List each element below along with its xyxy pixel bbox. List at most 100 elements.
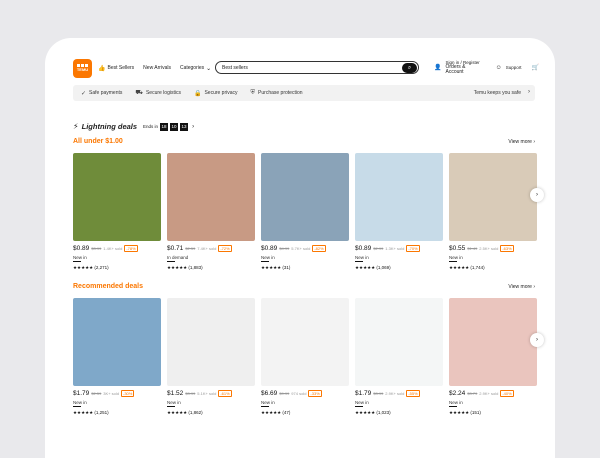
original-price: $2.59 [91, 391, 102, 396]
chevron-right-icon[interactable]: › [192, 124, 194, 130]
nav-new-arrivals[interactable]: New Arrivals [143, 65, 171, 71]
view-more-link[interactable]: View more › [508, 139, 535, 145]
signin-link[interactable]: Sign in / Register Orders & Account [445, 60, 481, 75]
nav-label: New Arrivals [143, 65, 171, 71]
product-image[interactable] [449, 153, 537, 241]
logo-text: TEMU [76, 67, 89, 72]
search-value: Best sellers [222, 64, 248, 71]
product-grid-1: $0.89 $3.99 1.4K+ sold -78% New in ★★★★★ (2,2… [73, 153, 537, 271]
product-image[interactable] [261, 153, 349, 241]
product-rating: ★★★★★ (1,023) [355, 410, 391, 415]
product-card[interactable]: $6.69 $9.99 974 sold -33% New in ★★★★★ (47) [261, 298, 349, 416]
product-tag: New in [355, 400, 369, 405]
tag-underline [355, 261, 363, 262]
banner-right-text: Temu keeps you safe [473, 90, 521, 96]
product-image[interactable] [167, 298, 255, 386]
product-image[interactable] [355, 298, 443, 386]
product-rating: ★★★★★ (2,271) [73, 265, 109, 270]
sold-count: 5.1K+ sold [197, 391, 217, 396]
product-tag: New in [355, 255, 369, 260]
nav-categories[interactable]: Categories ⌄ [180, 65, 211, 72]
product-price: $0.71 [167, 245, 184, 252]
tag-underline [449, 261, 457, 262]
original-price: $3.99 [373, 391, 384, 396]
banner-secure-logistics: ⛟ Secure logistics [135, 89, 181, 97]
product-image[interactable] [449, 298, 537, 386]
sold-count: 2.9K+ sold [479, 391, 499, 396]
product-card[interactable]: $1.79 $2.59 3K+ sold -30% New in ★★★★★ (1,251… [73, 298, 161, 416]
chevron-right-icon: › [528, 89, 530, 95]
countdown: Ends in 18 10 13 › [143, 122, 194, 131]
product-card[interactable]: $0.89 $4.99 5.7K+ sold -82% New in ★★★★★ (31) [261, 153, 349, 271]
price-row: $1.52 $3.99 5.1K+ sold -61% [167, 390, 255, 397]
product-image[interactable] [167, 153, 255, 241]
sold-count: 974 sold [291, 391, 307, 396]
product-image[interactable] [73, 153, 161, 241]
product-card[interactable]: $1.79 $3.99 2.9K+ sold -55% New in ★★★★★ (1,0… [355, 298, 443, 416]
search-button[interactable]: ⌕ [402, 63, 417, 73]
product-rating: ★★★★★ (1,862) [167, 410, 203, 415]
product-rating: ★★★★★ (31) [261, 265, 291, 270]
sold-count: 5.7K+ sold [291, 246, 311, 251]
temu-logo[interactable]: TEMU [73, 58, 92, 78]
price-row: $0.71 $2.59 7.4K+ sold -72% [167, 245, 255, 252]
sold-count: 1.3K+ sold [385, 246, 405, 251]
product-tag: New in [167, 400, 181, 405]
next-arrow-button[interactable]: › [530, 333, 544, 347]
chevron-down-icon: ⌄ [206, 65, 212, 72]
search-icon: ⌕ [407, 64, 412, 71]
timer-hours: 18 [160, 122, 169, 131]
discount-badge: -61% [218, 390, 232, 397]
original-price: $3.99 [185, 391, 196, 396]
product-card[interactable]: $2.24 $3.79 2.9K+ sold -40% New in ★★★★★ (151… [449, 298, 537, 416]
sold-count: 2.9K+ sold [385, 391, 405, 396]
price-row: $0.89 $4.99 5.7K+ sold -82% [261, 245, 349, 252]
tag-underline [355, 406, 363, 407]
price-row: $0.55 $1.49 2.5K+ sold -63% [449, 245, 537, 252]
ends-label: Ends in [143, 124, 159, 129]
product-price: $1.79 [73, 390, 90, 397]
product-price: $1.79 [355, 390, 372, 397]
product-rating: ★★★★★ (151) [449, 410, 481, 415]
product-card[interactable]: $0.89 $3.99 1.4K+ sold -78% New in ★★★★★ (2,2… [73, 153, 161, 271]
tag-underline [73, 261, 81, 262]
banner-label: Secure privacy [204, 90, 238, 96]
original-price: $1.49 [467, 246, 478, 251]
product-price: $0.89 [355, 245, 372, 252]
discount-badge: -30% [120, 390, 135, 397]
user-icon: 👤 [434, 65, 442, 71]
banner-purchase-protection: ⛨ Purchase protection [251, 90, 303, 97]
next-arrow-button[interactable]: › [530, 188, 544, 202]
product-image[interactable] [355, 153, 443, 241]
price-row: $0.89 $2.99 1.3K+ sold -70% [355, 245, 443, 252]
product-image[interactable] [73, 298, 161, 386]
lightning-deals-header: ⚡ Lightning deals Ends in 18 10 13 › [73, 122, 194, 131]
product-card[interactable]: $1.52 $3.99 5.1K+ sold -61% New in ★★★★★ (1,8… [167, 298, 255, 416]
thumb-icon: 👍 [98, 65, 106, 72]
product-rating: ★★★★★ (1,883) [167, 265, 203, 270]
cart-icon[interactable]: 🛒 [532, 64, 539, 71]
safety-banner[interactable]: ✓ Safe payments ⛟ Secure logistics 🔒 Secure… [73, 85, 535, 101]
product-image[interactable] [261, 298, 349, 386]
sold-count: 1.4K+ sold [103, 246, 123, 251]
product-card[interactable]: $0.71 $2.59 7.4K+ sold -72% In demand ★★★★★ (… [167, 153, 255, 271]
product-card[interactable]: $0.89 $2.99 1.3K+ sold -70% New in ★★★★★ (1,0… [355, 153, 443, 271]
discount-badge: -70% [406, 245, 420, 252]
nav-label: Best Sellers [107, 65, 135, 71]
discount-badge: -40% [500, 390, 514, 397]
product-price: $0.55 [449, 245, 466, 252]
search-input[interactable]: Best sellers ⌕ [215, 61, 419, 74]
product-tag: New in [73, 400, 87, 405]
original-price: $2.99 [373, 246, 384, 251]
product-price: $0.89 [73, 245, 90, 252]
support-link[interactable]: Support [506, 65, 522, 70]
product-card[interactable]: $0.55 $1.49 2.5K+ sold -63% New in ★★★★★ (1,7… [449, 153, 537, 271]
view-more-link[interactable]: View more › [508, 284, 535, 290]
nav-best-sellers[interactable]: 👍 Best Sellers [98, 65, 134, 72]
product-price: $6.69 [261, 390, 278, 397]
page-window: TEMU 👍 Best Sellers New Arrivals Categor… [45, 38, 555, 458]
product-rating: ★★★★★ (47) [261, 410, 291, 415]
timer-seconds: 13 [180, 122, 189, 131]
nav-label: Categories [179, 65, 205, 71]
main-nav: 👍 Best Sellers New Arrivals Categories ⌄ [98, 65, 220, 72]
